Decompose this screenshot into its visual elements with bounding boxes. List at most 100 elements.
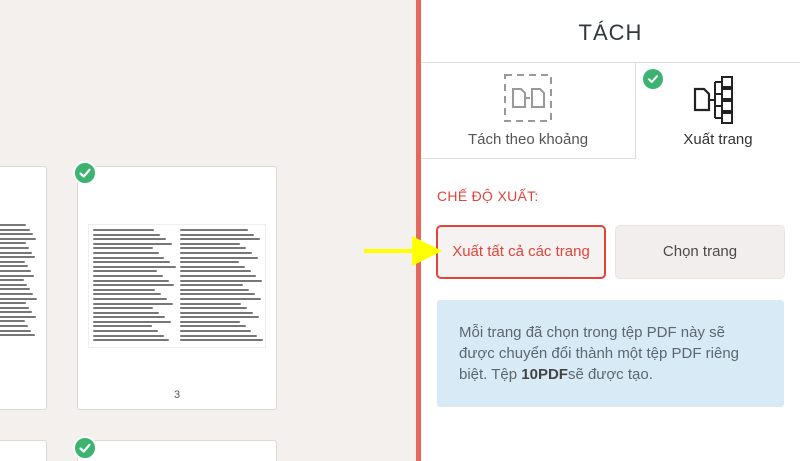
export-mode-label: CHẾ ĐỘ XUẤT: [437,188,539,204]
thumbnail-text-line [0,288,31,291]
thumbnail-text-line [0,260,25,263]
thumbnail-text-line [0,311,33,314]
thumbnail-text-line [180,270,251,273]
range-split-icon [503,73,553,128]
page-thumbnail-next-left[interactable] [0,440,47,461]
thumbnail-text-line [93,247,153,250]
thumbnail-text-line [0,320,26,323]
thumbnail-text-line [180,229,249,231]
thumbnail-text-line [0,283,27,286]
thumbnail-text-line [93,316,166,319]
thumbnail-text-line [180,302,242,305]
thumbnail-text-line [0,279,24,282]
thumbnail-text-line [93,302,173,305]
thumbnail-text-line [93,256,165,259]
split-options-panel: TÁCH Tách theo khoảng Xuất trang CHẾ ĐỘ … [421,0,800,461]
thumbnail-text-line [180,339,264,342]
thumbnail-text-line [0,242,26,245]
thumbnail-text-line [93,270,157,273]
page-thumbnail-content [0,224,37,348]
pointer-arrow-icon [364,236,442,266]
thumbnail-text-line [180,325,246,328]
thumbnail-text-line [180,293,255,296]
thumbnail-text-line [180,307,248,310]
thumbnail-text-line [0,292,34,295]
thumbnail-text-line [180,311,254,314]
thumbnail-text-line [93,279,169,282]
thumbnail-text-line [0,302,26,305]
thumbnail-text-line [0,224,27,226]
thumbnail-text-line [180,297,261,300]
thumbnail-text-line [0,256,36,259]
thumbnail-text-line [180,251,253,254]
thumbnail-text-line [0,297,37,300]
extract-pages-icon [692,73,744,130]
thumbnail-text-line [0,246,29,249]
thumbnail-text-line [180,334,258,337]
thumbnail-text-line [180,238,260,241]
page-preview-area: 3 [0,0,416,461]
thumbnail-text-line [180,265,245,268]
thumbnail-text-line [0,329,32,332]
thumbnail-text-line [0,306,30,309]
info-message: Mỗi trang đã chọn trong tệp PDF này sẽ đ… [437,300,784,407]
page-thumbnail[interactable]: 3 [77,166,277,410]
tab-split-by-range[interactable]: Tách theo khoảng [421,63,636,159]
thumbnail-text-line [93,339,170,342]
info-text-bold: 10PDF [521,366,568,383]
thumbnail-text-line [180,274,257,277]
thumbnail-text-line [0,228,30,231]
thumbnail-text-line [180,256,259,259]
thumbnail-text-line [180,284,243,287]
thumbnail-text-line [93,229,155,231]
thumbnail-text-line [0,334,35,337]
panel-title: TÁCH [578,20,643,45]
page-number: 3 [173,389,181,401]
thumbnail-text-line [0,274,35,277]
thumbnail-text-line [93,265,177,268]
thumbnail-text-line [93,242,172,245]
page-thumbnail-previous[interactable] [0,166,47,410]
thumbnail-text-line [93,311,160,314]
thumbnail-text-line [0,269,32,272]
thumbnail-text-line [93,320,172,323]
thumbnail-text-line [0,237,37,240]
tab-split-by-range-label: Tách theo khoảng [467,131,589,148]
thumbnail-text-line [180,247,247,250]
thumbnail-text-line [180,279,263,282]
extract-all-pages-button[interactable]: Xuất tất cả các trang [436,225,606,279]
thumbnail-text-line [93,284,175,287]
thumbnail-text-line [180,242,241,245]
thumbnail-text-line [180,261,239,264]
thumbnail-text-line [93,274,163,277]
selected-mode-check-icon [643,69,663,89]
thumbnail-text-line [93,288,156,291]
thumbnail-text-line [93,261,171,264]
info-text-part2: sẽ được tạo. [567,366,653,383]
thumbnail-text-line [0,315,36,318]
thumbnail-text-line [0,251,32,254]
thumbnail-text-line [93,238,167,241]
thumbnail-text-line [93,251,159,254]
thumbnail-text-line [93,233,161,236]
thumbnail-text-line [180,320,240,323]
thumbnail-text-line [0,233,33,236]
page-thumbnail-next[interactable] [77,440,277,461]
thumbnail-text-line [180,330,252,333]
page-selected-check-icon [73,161,97,185]
thumbnail-text-line [180,288,249,291]
thumbnail-text-line [93,297,167,300]
thumbnail-text-line [93,293,162,296]
thumbnail-text-line [93,325,152,328]
page-thumbnail-content [88,224,266,348]
thumbnail-text-line [93,330,158,333]
thumbnail-text-line [0,265,28,268]
page-selected-check-icon [73,436,97,460]
thumbnail-text-line [180,316,259,319]
tab-extract-pages-label: Xuất trang [683,131,753,148]
thumbnail-text-line [93,307,154,310]
select-pages-button[interactable]: Chọn trang [615,225,785,279]
thumbnail-text-line [93,334,164,337]
thumbnail-text-line [180,233,254,236]
thumbnail-text-line [0,325,29,328]
